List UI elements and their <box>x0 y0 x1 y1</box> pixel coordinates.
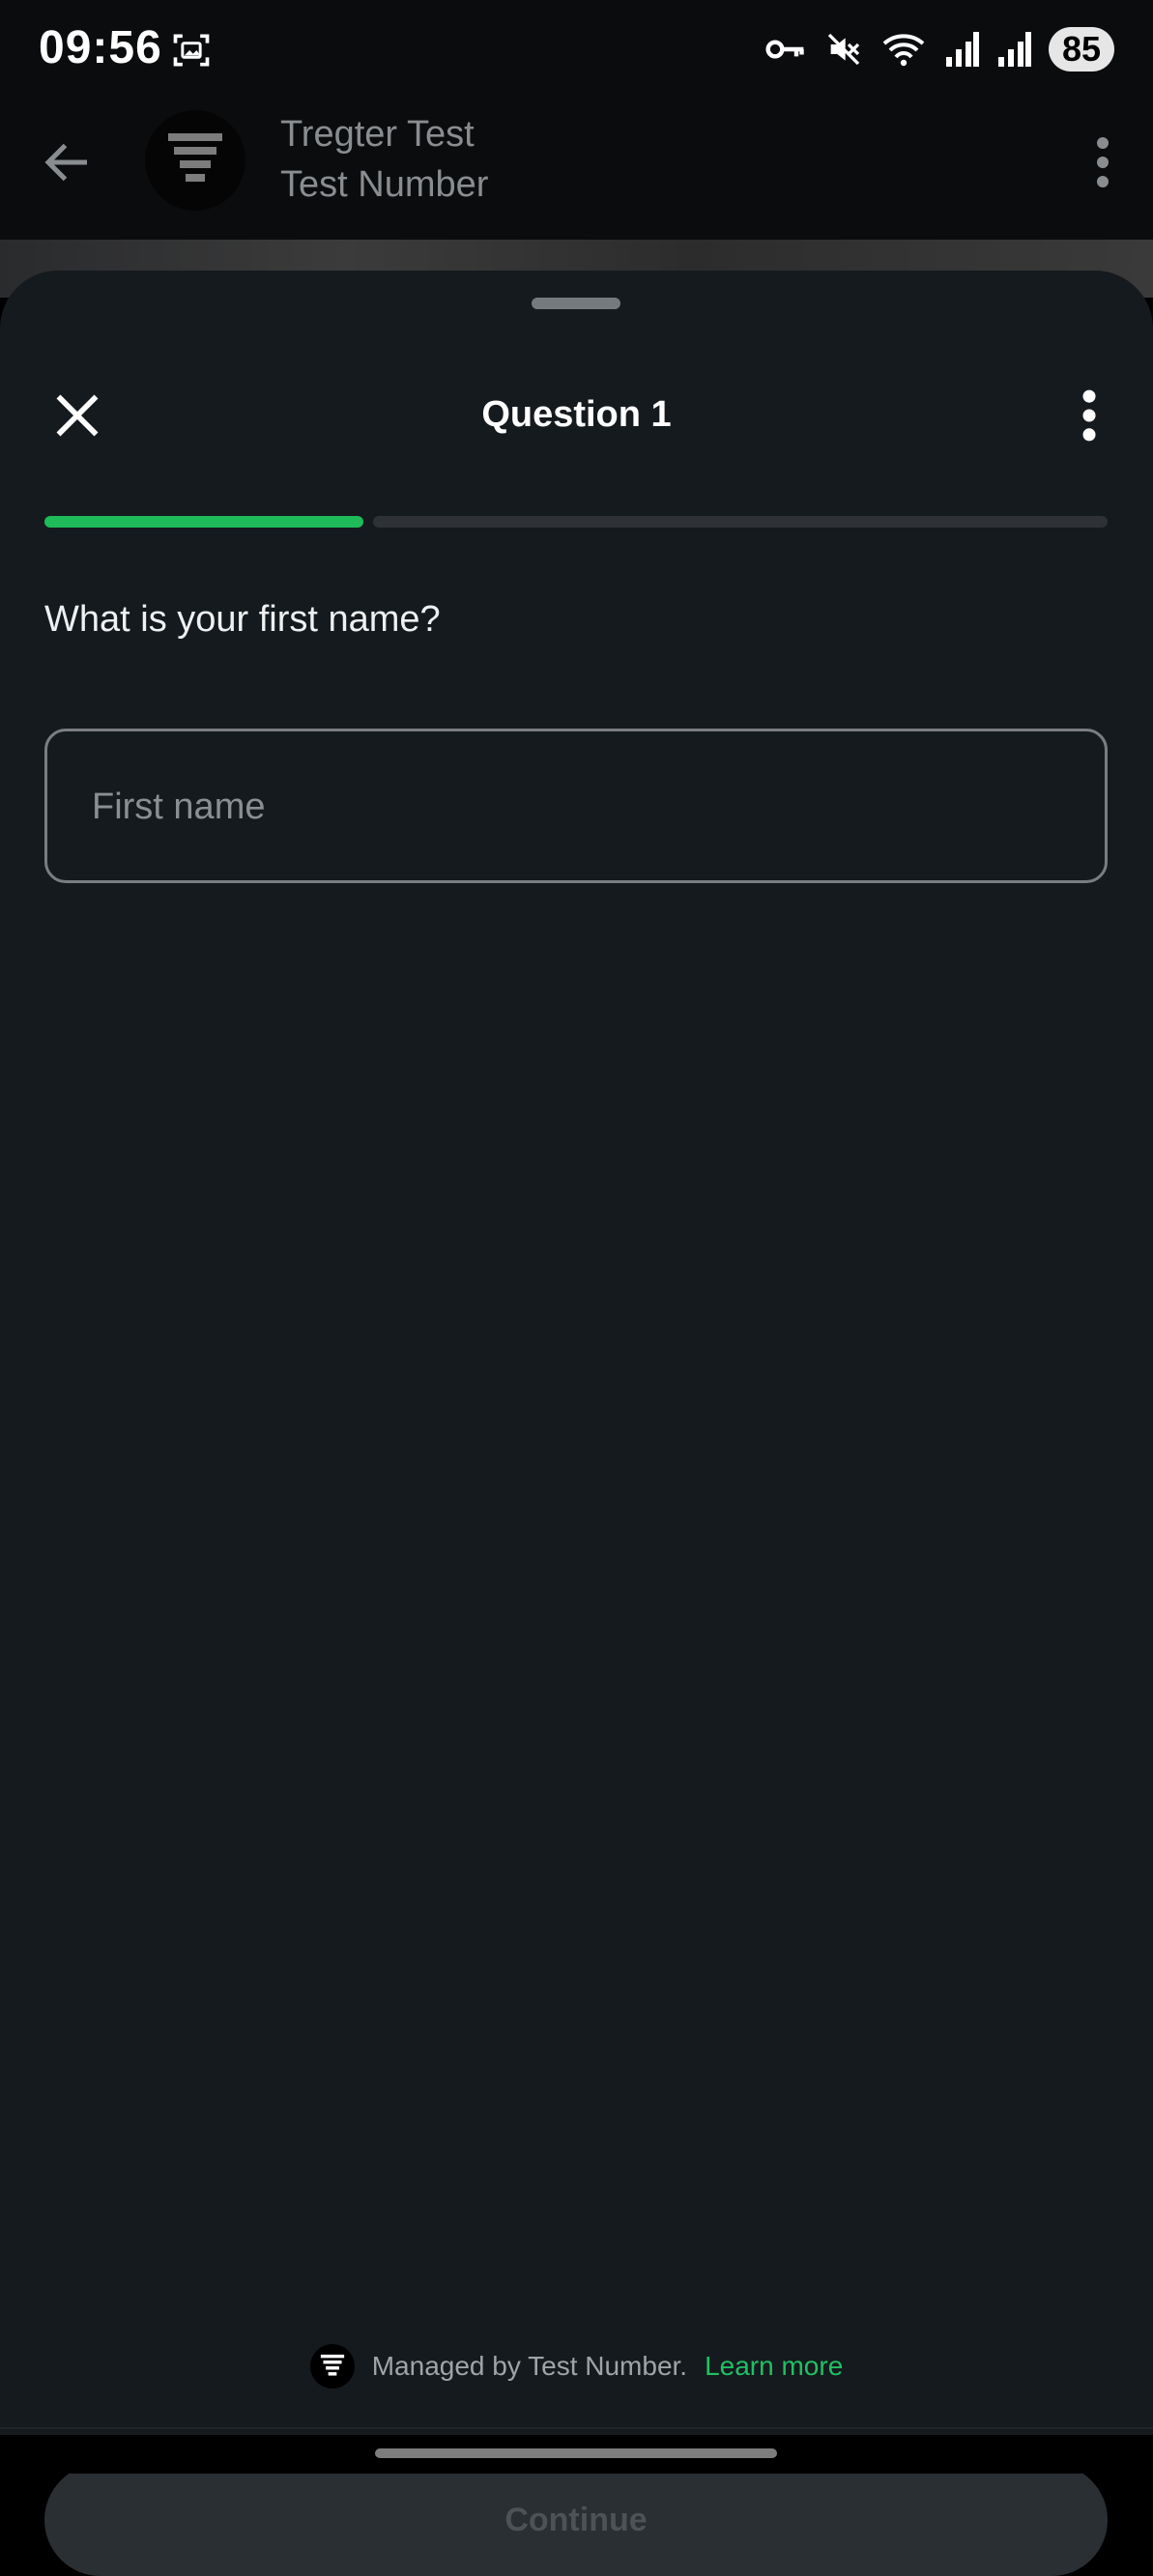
drag-handle[interactable] <box>532 298 620 309</box>
navigation-bar <box>0 2435 1153 2474</box>
battery-indicator: 85 <box>1048 27 1114 72</box>
back-arrow-icon[interactable] <box>39 133 97 191</box>
business-logo-icon <box>309 2344 355 2389</box>
question-progress <box>44 516 1108 528</box>
question-text: What is your first name? <box>44 599 441 640</box>
managed-by-text: Managed by Test Number. <box>371 2351 688 2381</box>
first-name-input[interactable] <box>90 731 1060 882</box>
progress-completed <box>44 516 363 528</box>
status-bar: 09:56 85 <box>0 0 1153 104</box>
wifi-icon <box>882 34 925 67</box>
progress-remaining <box>373 516 1108 528</box>
chat-title: Tregter Test <box>280 114 475 155</box>
mute-icon <box>827 33 860 66</box>
status-time: 09:56 <box>39 22 162 73</box>
continue-button[interactable]: Continue <box>44 2464 1108 2576</box>
more-vert-icon[interactable] <box>1091 133 1114 191</box>
learn-more-link[interactable]: Learn more <box>705 2351 843 2382</box>
funnel-logo-icon <box>168 133 222 182</box>
home-gesture-handle[interactable] <box>375 2448 777 2458</box>
status-icons: 85 <box>764 27 1114 72</box>
chat-subtitle: Test Number <box>280 164 489 205</box>
bottom-sheet: Question 1 What is your first name? Cont… <box>0 271 1153 2576</box>
vpn-key-icon <box>765 40 804 59</box>
sheet-title: Question 1 <box>481 394 672 435</box>
avatar[interactable] <box>145 110 245 211</box>
footer-divider <box>0 2427 1153 2429</box>
more-vert-icon[interactable] <box>1078 388 1101 443</box>
screenshot-icon <box>173 34 210 67</box>
signal-icon <box>945 32 979 67</box>
first-name-field[interactable] <box>44 729 1108 883</box>
signal-icon <box>997 32 1031 67</box>
chat-header: Tregter Test Test Number <box>0 104 1153 240</box>
managed-by-footer: Managed by Test Number. Learn more <box>0 2344 1153 2389</box>
